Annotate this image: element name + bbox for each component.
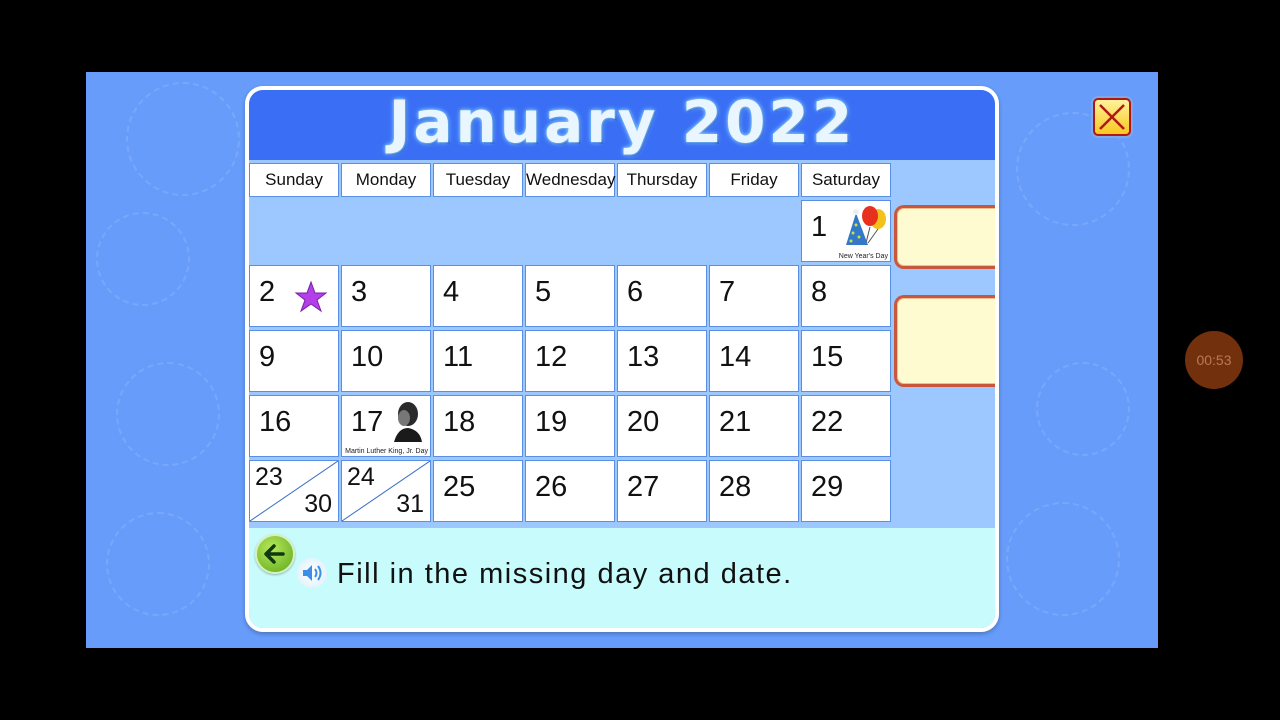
- day-number: 1: [811, 211, 828, 243]
- day-number-bottom: 31: [396, 490, 424, 518]
- snowflake-decoration: [126, 82, 240, 196]
- day-cell: 14: [709, 330, 799, 392]
- party-hat-balloons-icon: [846, 206, 886, 245]
- day-cell: 18: [433, 395, 523, 457]
- day-number: 17: [351, 406, 384, 438]
- weekday-thursday: Thursday: [617, 163, 707, 197]
- day-cell: 4: [433, 265, 523, 327]
- day-cell: 21: [709, 395, 799, 457]
- weekday-monday: Monday: [341, 163, 431, 197]
- day-number: 2: [259, 276, 276, 308]
- day-cell: 7: [709, 265, 799, 327]
- day-number: 5: [535, 276, 552, 308]
- day-cell: 10: [341, 330, 431, 392]
- weekday-tuesday: Tuesday: [433, 163, 523, 197]
- day-number-bottom: 30: [304, 490, 332, 518]
- day-number: 28: [719, 471, 752, 503]
- instruction-area: Fill in the missing day and date.: [249, 528, 995, 628]
- day-number: 9: [259, 341, 276, 373]
- snowflake-decoration: [106, 512, 210, 616]
- mlk-portrait-icon: [394, 402, 422, 442]
- calendar-header: January 2022: [249, 90, 995, 160]
- day-cell: 1 New Year's Day: [801, 200, 891, 262]
- day-cell: 29: [801, 460, 891, 522]
- day-number: 25: [443, 471, 476, 503]
- day-cell: 6: [617, 265, 707, 327]
- day-number: 3: [351, 276, 368, 308]
- day-number: 12: [535, 341, 568, 373]
- back-arrow-icon: [264, 544, 285, 564]
- weekday-sunday: Sunday: [249, 163, 339, 197]
- answer-box-date[interactable]: [894, 295, 995, 387]
- snowflake-decoration: [1036, 362, 1130, 456]
- day-cell: 17 Martin Luther King, Jr. Day: [341, 395, 431, 457]
- day-cell: 20: [617, 395, 707, 457]
- day-cell: 22: [801, 395, 891, 457]
- snowflake-decoration: [116, 362, 220, 466]
- day-cell: 8: [801, 265, 891, 327]
- snowflake-decoration: [96, 212, 190, 306]
- weekday-saturday: Saturday: [801, 163, 891, 197]
- day-cell: 12: [525, 330, 615, 392]
- weekday-friday: Friday: [709, 163, 799, 197]
- snowflake-decoration: [1006, 502, 1120, 616]
- back-button[interactable]: [255, 534, 295, 574]
- day-number-top: 23: [255, 463, 283, 491]
- day-number: 10: [351, 341, 384, 373]
- day-number: 16: [259, 406, 292, 438]
- day-cell: 3: [341, 265, 431, 327]
- day-number-top: 24: [347, 463, 375, 491]
- day-cell: 25: [433, 460, 523, 522]
- recording-timer[interactable]: 00:53: [1185, 331, 1243, 389]
- day-number: 20: [627, 406, 660, 438]
- calendar-title: January 2022: [388, 88, 856, 156]
- day-number: 19: [535, 406, 568, 438]
- close-button[interactable]: [1093, 98, 1131, 136]
- day-number: 29: [811, 471, 844, 503]
- instruction-text: Fill in the missing day and date.: [337, 558, 793, 590]
- day-cell: 19: [525, 395, 615, 457]
- day-cell: 2: [249, 265, 339, 327]
- split-day-cell: 24 31: [341, 460, 431, 522]
- day-number: 6: [627, 276, 644, 308]
- holiday-label: Martin Luther King, Jr. Day: [345, 448, 428, 455]
- day-cell: 9: [249, 330, 339, 392]
- calendar-panel: January 2022 Sunday Monday Tuesday Wedne…: [245, 86, 999, 632]
- day-cell: 26: [525, 460, 615, 522]
- day-number: 4: [443, 276, 460, 308]
- day-number: 15: [811, 341, 844, 373]
- star-icon: [294, 280, 328, 313]
- day-number: 27: [627, 471, 660, 503]
- day-number: 22: [811, 406, 844, 438]
- day-number: 26: [535, 471, 568, 503]
- day-number: 18: [443, 406, 476, 438]
- split-day-cell: 23 30: [249, 460, 339, 522]
- day-number: 13: [627, 341, 660, 373]
- holiday-label: New Year's Day: [838, 253, 888, 260]
- day-cell: 11: [433, 330, 523, 392]
- day-cell: 27: [617, 460, 707, 522]
- speaker-icon: [303, 565, 322, 581]
- day-number: 21: [719, 406, 752, 438]
- speaker-button[interactable]: [297, 558, 327, 588]
- day-number: 14: [719, 341, 752, 373]
- day-number: 8: [811, 276, 828, 308]
- day-cell: 15: [801, 330, 891, 392]
- day-cell: 5: [525, 265, 615, 327]
- day-cell: 16: [249, 395, 339, 457]
- weekday-wednesday: Wednesday: [525, 163, 615, 197]
- day-cell: 28: [709, 460, 799, 522]
- answer-box-day[interactable]: [894, 205, 995, 269]
- close-icon: [1099, 104, 1125, 130]
- day-number: 7: [719, 276, 736, 308]
- day-number: 11: [443, 341, 474, 373]
- day-cell: 13: [617, 330, 707, 392]
